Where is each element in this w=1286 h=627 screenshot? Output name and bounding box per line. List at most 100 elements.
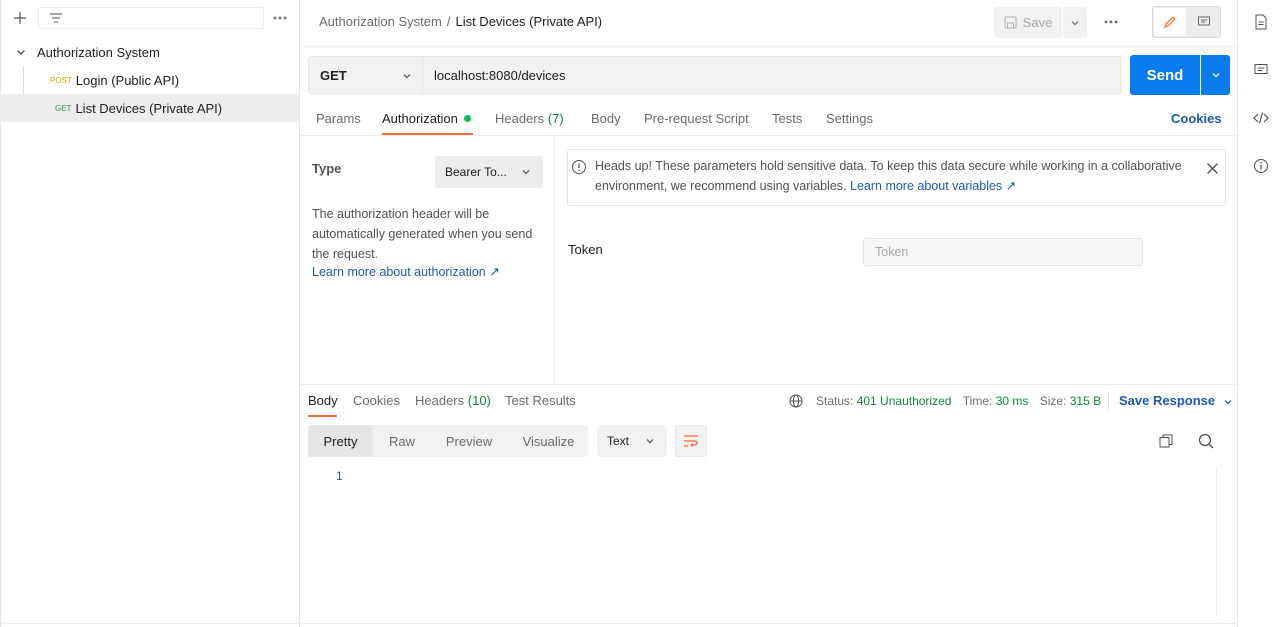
sidebar-item-label: Login (Public API) [75,72,180,88]
new-icon[interactable] [12,10,28,26]
time-label: Time: [962,394,993,408]
headers-count: (7) [547,111,564,126]
right-rail [1237,0,1286,627]
globe-icon[interactable] [789,394,803,408]
save-dropdown[interactable] [1063,7,1087,38]
chevron-down-icon [521,167,531,177]
view-raw-button[interactable]: Raw [377,425,427,457]
editor-scrollbar[interactable] [1216,467,1230,617]
copy-icon[interactable] [1159,434,1173,448]
response-meta: Status: 401 Unauthorized Time: 30 ms Siz… [816,394,1101,408]
tab-body[interactable]: Body [591,111,621,126]
size-label: Size: [1039,394,1067,408]
method-select[interactable]: GET [308,56,423,94]
tab-tests[interactable]: Tests [772,111,802,126]
url-input[interactable]: localhost:8080/devices [423,56,1122,94]
documentation-icon[interactable] [1252,13,1270,31]
search-icon[interactable] [1198,433,1214,449]
comment-mode-button[interactable] [1188,8,1219,36]
tab-pre-request-script[interactable]: Pre-request Script [644,111,749,126]
response-tab-headers[interactable]: Headers (10) [415,393,491,408]
save-response-label: Save Response [1119,393,1216,408]
view-pretty-button[interactable]: Pretty [308,425,373,457]
active-tab-underline [308,415,337,417]
learn-more-auth-link[interactable]: Learn more about authorization ↗ [312,264,500,279]
edit-mode-button[interactable] [1154,8,1186,36]
divider [300,384,1237,385]
divider [0,623,1238,624]
divider [1108,391,1109,411]
tab-label: Authorization [382,111,458,126]
send-dropdown[interactable] [1201,55,1230,95]
close-icon[interactable] [1206,162,1219,175]
view-visualize-button[interactable]: Visualize [513,425,584,457]
send-button[interactable]: Send [1130,55,1200,95]
learn-more-variables-link[interactable]: Learn more about variables ↗ [850,179,1016,193]
divider [300,135,1237,136]
comments-icon[interactable] [1252,61,1270,79]
collection-row[interactable]: Authorization System [0,38,299,66]
filter-icon[interactable] [49,12,63,24]
chevron-down-icon [1070,18,1080,28]
breadcrumb-current[interactable]: List Devices (Private API) [455,14,602,29]
more-options-icon[interactable] [1104,20,1118,24]
chevron-down-icon [645,436,655,446]
auth-description: The authorization header will be automat… [312,207,533,261]
save-button[interactable]: Save [994,7,1062,38]
response-tab-cookies[interactable]: Cookies [353,393,400,408]
sidebar-item-login[interactable]: POST Login (Public API) [0,66,299,94]
time-value[interactable]: 30 ms [996,394,1029,408]
method-value: GET [320,67,347,83]
view-preview-button[interactable]: Preview [436,425,502,457]
token-placeholder: Token [875,245,909,259]
tab-params[interactable]: Params [316,111,361,126]
chevron-down-icon[interactable] [15,46,27,58]
sidebar-filter-input[interactable] [38,7,264,29]
pencil-icon [1163,15,1177,29]
breadcrumb-separator: / [446,14,451,29]
breadcrumb: Authorization System / List Devices (Priva… [319,14,602,29]
panel-divider [554,136,555,384]
comment-icon [1197,15,1211,29]
tab-label: Headers [495,111,545,126]
size-value[interactable]: 315 B [1070,394,1101,408]
info-icon[interactable] [1252,157,1270,175]
auth-type-value: Bearer To... [445,165,507,179]
collection-name: Authorization System [37,44,160,60]
method-badge: POST [50,75,72,85]
token-label: Token [568,242,603,257]
chevron-down-icon [402,71,412,81]
token-input[interactable]: Token [863,238,1143,266]
tab-settings[interactable]: Settings [826,111,873,126]
sidebar-item-list-devices[interactable]: GET List Devices (Private API) [0,94,299,122]
info-icon [571,159,587,175]
save-icon [1004,16,1017,29]
code-icon[interactable] [1252,109,1270,127]
send-label: Send [1146,66,1184,84]
url-value: localhost:8080/devices [434,67,566,83]
breadcrumb-parent[interactable]: Authorization System [319,14,442,29]
status-value[interactable]: 401 Unauthorized [857,394,952,408]
alert-message: Heads up! These parameters hold sensitiv… [595,156,1205,196]
auth-type-select[interactable]: Bearer To... [435,156,543,188]
active-indicator [463,115,471,123]
more-options-icon[interactable] [273,16,287,20]
format-value: Text [607,434,630,448]
wrap-icon [683,434,699,448]
divider [300,46,1237,47]
wrap-lines-button[interactable] [675,425,707,457]
cookies-link[interactable]: Cookies [1171,111,1222,126]
chevron-down-icon [1211,70,1221,80]
save-response-button[interactable]: Save Response [1119,393,1233,408]
tab-label: Headers [415,393,465,408]
line-number: 1 [336,469,343,483]
save-label: Save [1022,15,1053,30]
status-label: Status: [816,394,854,408]
tab-authorization[interactable]: Authorization [382,111,471,126]
headers-count: (10) [467,393,491,408]
response-tab-body[interactable]: Body [308,393,338,408]
tab-headers[interactable]: Headers (7) [495,111,564,126]
format-select[interactable]: Text [597,425,667,457]
response-tab-test-results[interactable]: Test Results [505,393,576,408]
auth-type-label: Type [312,161,342,176]
